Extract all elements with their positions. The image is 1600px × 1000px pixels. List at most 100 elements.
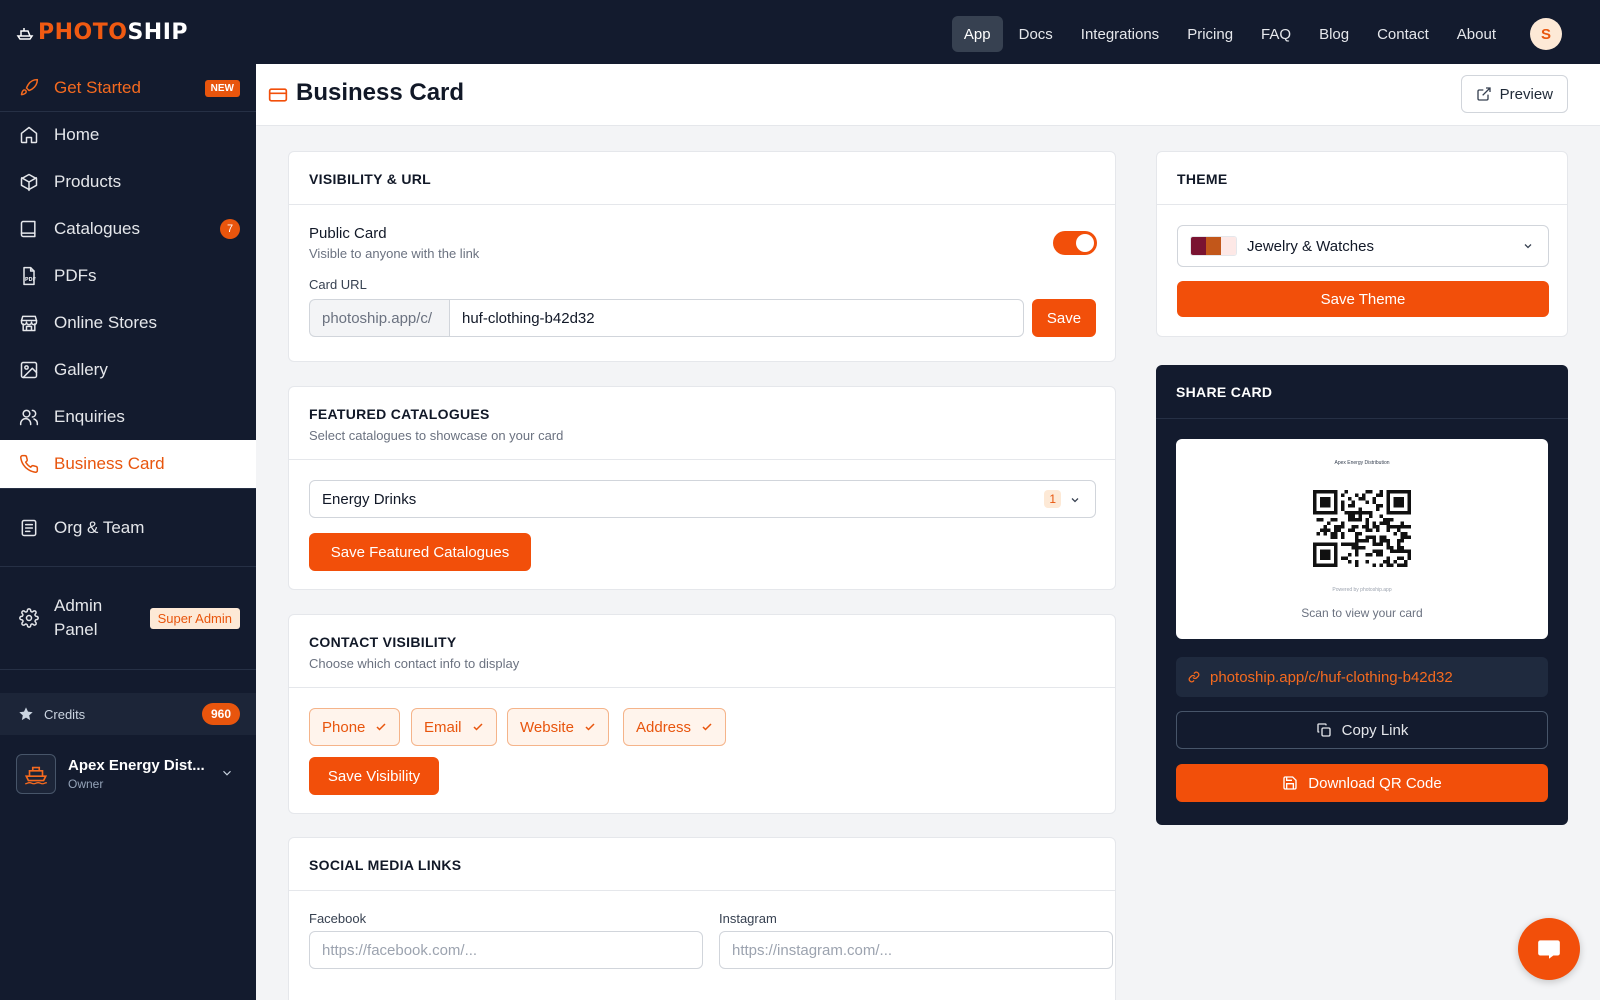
admin-line1: Admin — [54, 596, 103, 615]
rocket-icon — [18, 77, 40, 99]
chat-bubble-icon — [1538, 940, 1560, 959]
sidebar-item-admin-panel[interactable]: Admin Panel Super Admin — [0, 594, 256, 642]
sidebar-item-home[interactable]: Home — [0, 111, 256, 159]
top-nav: App Docs Integrations Pricing FAQ Blog C… — [951, 16, 1508, 52]
boat-icon — [24, 766, 48, 785]
swatch — [1206, 237, 1221, 255]
sidebar-item-label: Org & Team — [54, 518, 145, 537]
nav-faq[interactable]: FAQ — [1249, 16, 1303, 52]
instagram-label: Instagram — [719, 911, 777, 926]
nav-docs[interactable]: Docs — [1007, 16, 1065, 52]
theme-select[interactable]: Jewelry & Watches — [1177, 225, 1549, 267]
chip-label: Phone — [322, 718, 366, 736]
nav-blog[interactable]: Blog — [1307, 16, 1361, 52]
instagram-input[interactable]: https://instagram.com/... — [719, 931, 1113, 969]
admin-line2: Panel — [54, 620, 98, 639]
star-icon — [19, 707, 33, 721]
sidebar-item-enquiries[interactable]: Enquiries — [0, 393, 256, 441]
check-icon — [376, 723, 386, 731]
chip-label: Email — [424, 718, 462, 736]
share-link[interactable]: photoship.app/c/huf-clothing-b42d32 — [1176, 657, 1548, 697]
card-url-input[interactable]: huf-clothing-b42d32 — [449, 299, 1024, 337]
preview-button[interactable]: Preview — [1460, 75, 1568, 113]
facebook-label: Facebook — [309, 911, 367, 926]
catalogues-select[interactable]: Energy Drinks 1 — [309, 480, 1096, 518]
sidebar-item-catalogues[interactable]: Catalogues 7 — [0, 205, 256, 253]
nav-app[interactable]: App — [951, 16, 1003, 52]
sidebar-item-pdfs[interactable]: PDF PDFs — [0, 252, 256, 300]
selected-catalogue: Energy Drinks — [322, 490, 417, 508]
sidebar-item-org-team[interactable]: Org & Team — [0, 504, 256, 552]
qr-code — [1313, 490, 1411, 567]
save-theme-button[interactable]: Save Theme — [1177, 281, 1549, 317]
sidebar-item-label: Home — [54, 125, 100, 144]
sidebar-item-get-started[interactable]: Get Started NEW — [0, 64, 256, 112]
nav-integrations[interactable]: Integrations — [1069, 16, 1171, 52]
card-name: Apex Energy Distribution — [1334, 460, 1390, 466]
swatch — [1191, 237, 1206, 255]
featured-catalogues-card: FEATURED CATALOGUES Select catalogues to… — [288, 386, 1116, 590]
section-subtitle: Choose which contact info to display — [309, 656, 520, 671]
gear-icon — [18, 607, 40, 629]
section-title: SHARE CARD — [1176, 384, 1273, 400]
theme-card: THEME Jewelry & Watches Save Theme — [1156, 151, 1568, 337]
public-card-toggle[interactable] — [1053, 231, 1097, 255]
section-title: CONTACT VISIBILITY — [309, 634, 457, 650]
save-url-button[interactable]: Save — [1032, 299, 1096, 337]
section-title: THEME — [1177, 171, 1228, 187]
page-title: Business Card — [296, 79, 465, 106]
check-icon — [585, 723, 595, 731]
nav-about[interactable]: About — [1445, 16, 1508, 52]
facebook-input[interactable]: https://facebook.com/... — [309, 931, 703, 969]
public-card-label: Public Card — [309, 225, 387, 242]
box-icon — [18, 171, 40, 193]
chip-label: Website — [520, 718, 574, 736]
chip-phone[interactable]: Phone — [309, 708, 401, 746]
sidebar-item-label: Catalogues — [54, 219, 141, 238]
sidebar-item-business-card[interactable]: Business Card — [0, 440, 256, 488]
nav-contact[interactable]: Contact — [1365, 16, 1441, 52]
section-title: SOCIAL MEDIA LINKS — [309, 857, 462, 873]
user-avatar[interactable]: S — [1530, 18, 1562, 50]
chat-button[interactable] — [1518, 918, 1580, 980]
save-visibility-button[interactable]: Save Visibility — [309, 757, 439, 795]
link-icon — [1188, 671, 1200, 683]
visibility-card: VISIBILITY & URL Public Card Visible to … — [288, 151, 1116, 362]
home-icon — [18, 124, 40, 146]
phone-icon — [18, 453, 40, 475]
url-prefix: photoship.app/c/ — [309, 299, 449, 337]
chip-email[interactable]: Email — [411, 708, 497, 746]
copy-link-button[interactable]: Copy Link — [1176, 711, 1548, 749]
sidebar-item-label: Products — [54, 172, 122, 191]
sidebar-item-online-stores[interactable]: Online Stores — [0, 299, 256, 347]
check-icon — [702, 723, 712, 731]
selected-theme: Jewelry & Watches — [1247, 237, 1374, 255]
chevron-down-icon — [1524, 244, 1532, 249]
save-featured-button[interactable]: Save Featured Catalogues — [309, 533, 531, 571]
credits-label: Credits — [44, 706, 86, 722]
credits-bar: Credits 960 — [0, 693, 256, 735]
share-card: SHARE CARD Apex Energy Distribution Powe… — [1156, 365, 1568, 825]
public-card-desc: Visible to anyone with the link — [309, 246, 480, 261]
section-title: VISIBILITY & URL — [309, 171, 431, 187]
section-title: FEATURED CATALOGUES — [309, 406, 490, 422]
svg-text:PDF: PDF — [25, 277, 36, 283]
image-icon — [18, 359, 40, 381]
sidebar-item-label: Business Card — [54, 454, 165, 473]
sidebar-item-gallery[interactable]: Gallery — [0, 346, 256, 394]
super-admin-badge: Super Admin — [149, 607, 240, 629]
boat-icon — [16, 27, 34, 40]
external-link-icon — [1476, 87, 1491, 101]
chip-address[interactable]: Address — [623, 708, 727, 746]
sidebar-item-products[interactable]: Products — [0, 158, 256, 206]
pdf-icon: PDF — [18, 265, 40, 287]
sidebar-divider — [0, 669, 256, 670]
org-switcher[interactable]: Apex Energy Dist... Owner — [16, 752, 240, 796]
brand-logo[interactable]: PHOTO SHIP — [16, 20, 188, 45]
download-qr-button[interactable]: Download QR Code — [1176, 764, 1548, 802]
save-icon — [1283, 776, 1297, 790]
nav-pricing[interactable]: Pricing — [1175, 16, 1245, 52]
chip-website[interactable]: Website — [507, 708, 609, 746]
sidebar-item-label: Get Started — [54, 78, 141, 97]
chevron-down-icon — [1071, 498, 1079, 503]
